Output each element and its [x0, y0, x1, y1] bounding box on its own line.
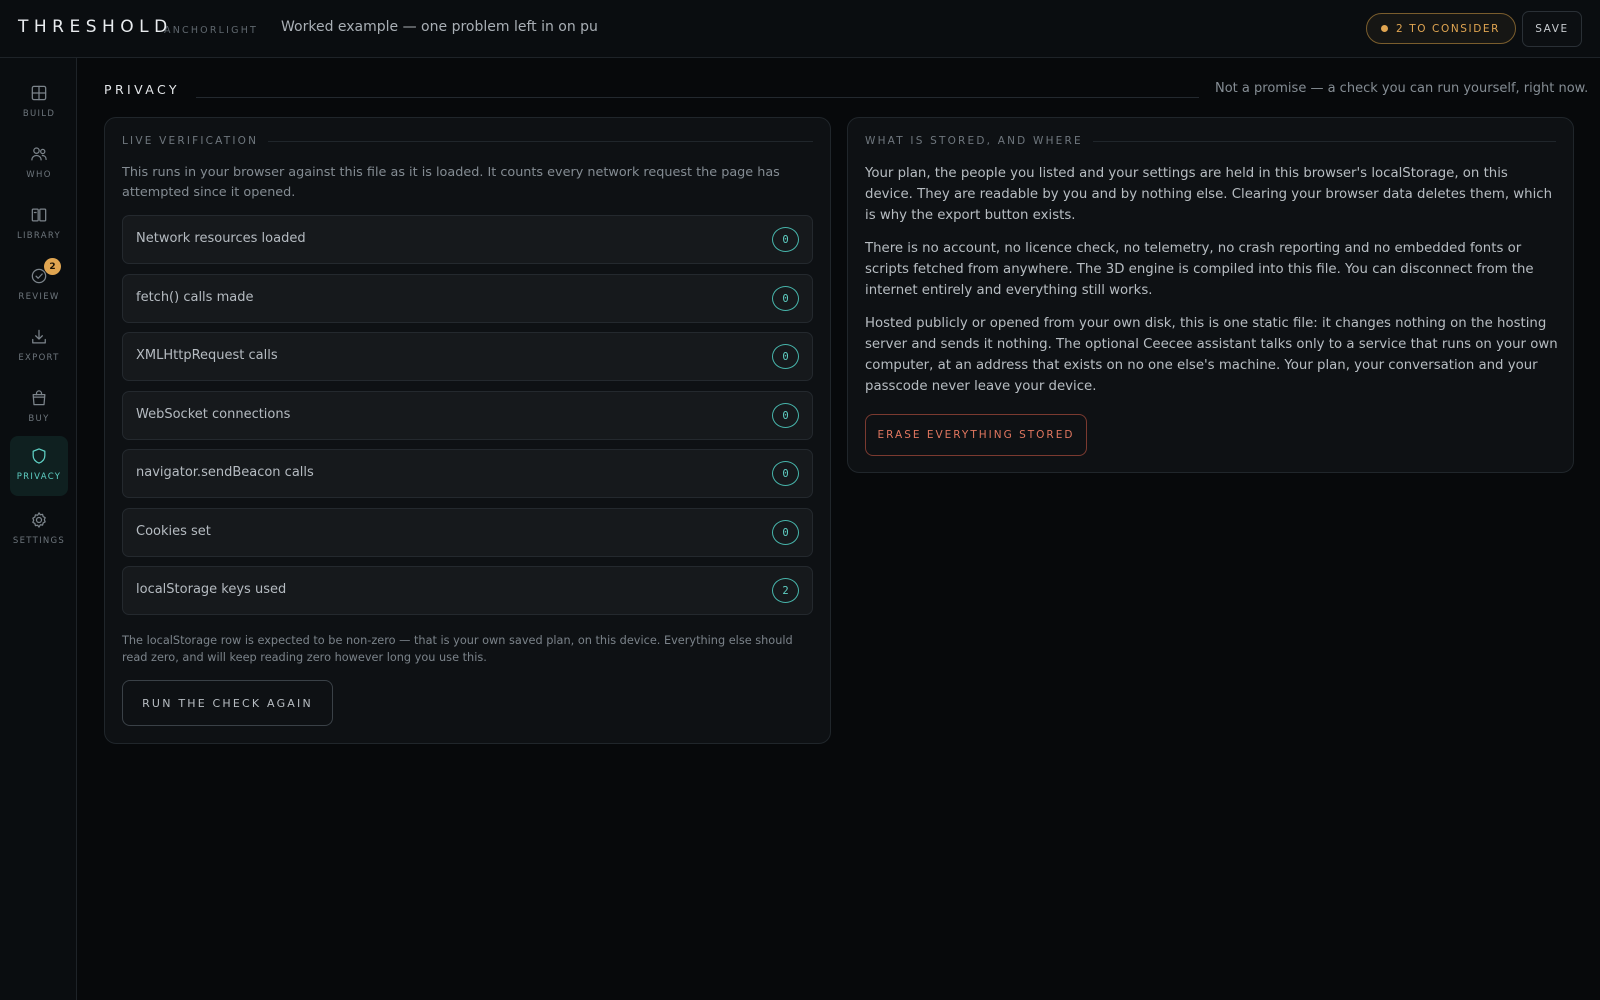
app-subbrand: ANCHORLIGHT — [164, 25, 259, 36]
check-row: XMLHttpRequest calls 0 — [122, 332, 813, 381]
status-dot-icon — [1381, 25, 1388, 32]
check-row: navigator.sendBeacon calls 0 — [122, 449, 813, 498]
section-note: Not a promise — a check you can run your… — [1215, 81, 1589, 96]
grid-icon — [31, 85, 47, 101]
document-title-input[interactable] — [281, 19, 599, 35]
check-count: 0 — [772, 227, 799, 252]
sidebar-item-who[interactable]: WHO — [10, 136, 68, 194]
top-bar: THRESHOLD ANCHORLIGHT 2 TO CONSIDER SAVE — [0, 0, 1600, 58]
check-count: 2 — [772, 578, 799, 603]
panel-heading: WHAT IS STORED, AND WHERE — [865, 135, 1556, 147]
sidebar-item-review[interactable]: REVIEW 2 — [10, 258, 68, 316]
panel-heading: LIVE VERIFICATION — [122, 135, 813, 147]
check-count: 0 — [772, 286, 799, 311]
sidebar-item-buy[interactable]: BUY — [10, 380, 68, 438]
sidebar-item-label: EXPORT — [18, 353, 60, 363]
check-row: Cookies set 0 — [122, 508, 813, 557]
check-row: localStorage keys used 2 — [122, 566, 813, 615]
section-divider — [196, 97, 1199, 98]
panel-heading-label: WHAT IS STORED, AND WHERE — [865, 135, 1083, 147]
check-row: Network resources loaded 0 — [122, 215, 813, 264]
save-button[interactable]: SAVE — [1522, 11, 1582, 47]
check-count: 0 — [772, 520, 799, 545]
consider-label: 2 TO CONSIDER — [1396, 22, 1501, 35]
heading-divider — [268, 140, 813, 142]
app-brand: THRESHOLD — [18, 17, 173, 37]
consider-button[interactable]: 2 TO CONSIDER — [1366, 13, 1517, 44]
check-label: WebSocket connections — [136, 407, 291, 422]
check-count: 0 — [772, 344, 799, 369]
storage-paragraph: Your plan, the people you listed and you… — [865, 166, 1553, 223]
download-icon — [32, 329, 46, 344]
check-label: localStorage keys used — [136, 582, 287, 597]
check-row: fetch() calls made 0 — [122, 274, 813, 323]
sidebar-item-settings[interactable]: SETTINGS — [10, 502, 68, 560]
heading-divider — [1092, 140, 1556, 142]
storage-paragraph: There is no account, no licence check, n… — [865, 241, 1534, 298]
check-count: 0 — [772, 403, 799, 428]
check-count: 0 — [772, 461, 799, 486]
storage-paragraph: Hosted publicly or opened from your own … — [865, 316, 1558, 394]
sidebar-item-label: WHO — [26, 170, 52, 180]
run-check-again-button[interactable]: RUN THE CHECK AGAIN — [122, 680, 333, 726]
live-verification-panel: LIVE VERIFICATION This runs in your brow… — [104, 117, 831, 744]
page-title: PRIVACY — [104, 82, 180, 97]
check-label: Network resources loaded — [136, 231, 306, 246]
storage-info-panel: WHAT IS STORED, AND WHERE Your plan, the… — [847, 117, 1574, 473]
check-row: WebSocket connections 0 — [122, 391, 813, 440]
sidebar: BUILD WHO LIBRARY REVIEW 2 EXPORT BUY PR… — [0, 58, 77, 1000]
sidebar-item-label: REVIEW — [18, 292, 60, 302]
sidebar-item-label: SETTINGS — [12, 536, 66, 546]
review-count-badge: 2 — [44, 258, 61, 275]
sidebar-item-label: BUILD — [22, 109, 56, 119]
book-icon — [31, 208, 47, 222]
check-label: fetch() calls made — [136, 290, 254, 305]
erase-everything-button[interactable]: ERASE EVERYTHING STORED — [865, 414, 1087, 456]
sidebar-item-label: LIBRARY — [16, 231, 62, 241]
verification-intro: This runs in your browser against this f… — [122, 165, 780, 200]
sidebar-item-export[interactable]: EXPORT — [10, 319, 68, 377]
people-icon — [31, 147, 47, 161]
sidebar-item-build[interactable]: BUILD — [10, 75, 68, 133]
gear-icon — [32, 512, 46, 528]
check-label: navigator.sendBeacon calls — [136, 465, 314, 480]
sidebar-item-label: PRIVACY — [16, 472, 62, 482]
check-label: XMLHttpRequest calls — [136, 348, 278, 363]
sidebar-item-label: BUY — [28, 414, 50, 424]
verification-footnote: The localStorage row is expected to be n… — [122, 634, 793, 664]
check-label: Cookies set — [136, 524, 211, 539]
shopping-bag-icon — [32, 390, 46, 406]
panel-heading-label: LIVE VERIFICATION — [122, 135, 259, 147]
shield-icon — [32, 448, 46, 464]
sidebar-item-privacy[interactable]: PRIVACY — [10, 436, 68, 496]
sidebar-item-library[interactable]: LIBRARY — [10, 197, 68, 255]
